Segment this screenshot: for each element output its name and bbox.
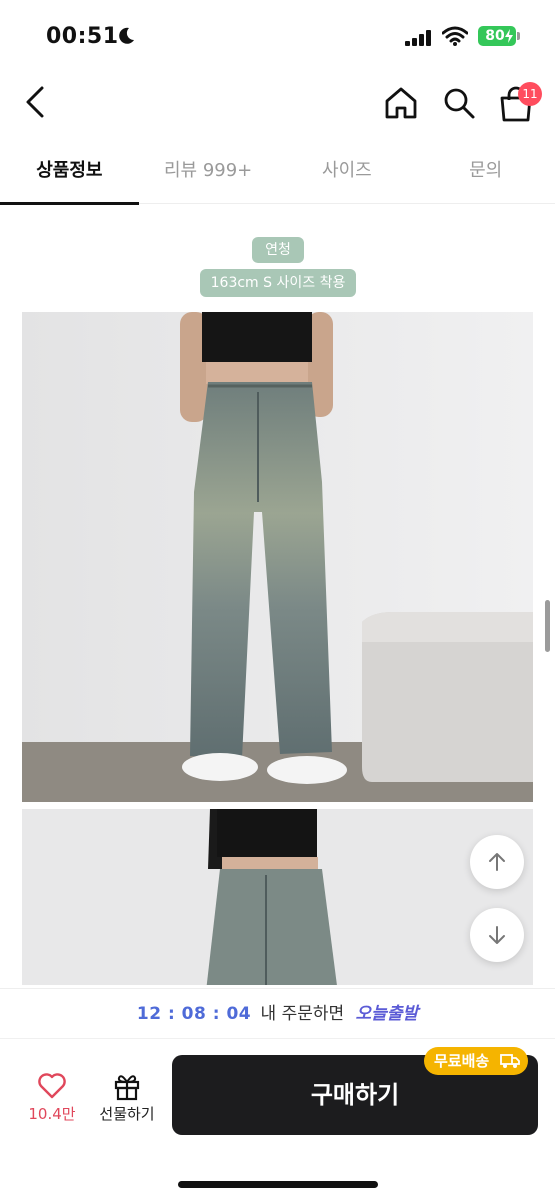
scrollbar-thumb[interactable] (545, 600, 550, 652)
purchase-action-bar: 10.4만 선물하기 구매하기 무료배송 (0, 1038, 555, 1200)
tab-product-info[interactable]: 상품정보 (0, 140, 139, 205)
heart-icon (38, 1073, 66, 1099)
charging-bolt-icon (505, 29, 513, 43)
tab-size[interactable]: 사이즈 (278, 140, 417, 204)
arrow-up-icon (489, 853, 505, 871)
product-photo-full (22, 312, 533, 802)
signal-icon (405, 30, 431, 46)
gift-icon (114, 1075, 140, 1101)
nav-bar (0, 72, 555, 132)
jeans-model-illustration (22, 312, 533, 802)
status-time: 00:51 (46, 24, 119, 49)
tab-reviews[interactable]: 리뷰 999+ (139, 140, 278, 204)
search-icon[interactable] (440, 84, 478, 122)
free-shipping-badge: 무료배송 (424, 1047, 528, 1075)
home-indicator (178, 1181, 378, 1188)
today-dispatch-label: 오늘출발 (355, 1004, 419, 1024)
like-button[interactable]: 10.4만 (22, 1069, 82, 1129)
countdown-text: 내 주문하면 (260, 1004, 345, 1024)
delivery-timer-banner: 12 : 08 : 04 내 주문하면 오늘출발 (0, 988, 555, 1038)
color-chip: 연청 (252, 237, 304, 263)
battery-indicator: 80 (478, 26, 520, 46)
countdown-time: 12 : 08 : 04 (136, 1004, 252, 1024)
status-bar: 00:51 80 (0, 0, 555, 72)
wifi-icon (442, 26, 468, 46)
product-tabs: 상품정보 리뷰 999+ 사이즈 문의 (0, 140, 555, 205)
truck-icon (500, 1054, 520, 1068)
arrow-down-icon (489, 926, 505, 944)
size-chip: 163cm S 사이즈 착용 (200, 269, 356, 297)
tab-inquiry[interactable]: 문의 (416, 140, 555, 204)
gift-button[interactable]: 선물하기 (92, 1069, 162, 1129)
moon-icon (119, 27, 134, 44)
screen: 00:51 80 11 상품정보 리뷰 999+ 사이즈 문의 연청 163cm… (0, 0, 555, 1200)
jeans-closeup-illustration (22, 809, 533, 985)
scroll-up-button[interactable] (470, 835, 524, 889)
free-shipping-label: 무료배송 (434, 1052, 490, 1070)
scroll-down-button[interactable] (470, 908, 524, 962)
product-photo-closeup (22, 809, 533, 985)
like-count: 10.4만 (28, 1105, 76, 1123)
battery-level: 80 (485, 28, 505, 44)
gift-label: 선물하기 (99, 1105, 155, 1123)
cart-count-badge: 11 (518, 82, 542, 106)
home-icon[interactable] (382, 84, 420, 122)
back-button[interactable] (18, 82, 54, 122)
